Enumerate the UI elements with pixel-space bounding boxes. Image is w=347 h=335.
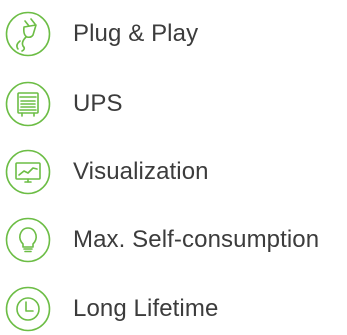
feature-label: Max. Self-consumption [73, 226, 320, 253]
ups-device-icon [5, 81, 51, 127]
feature-label: Visualization [73, 158, 209, 185]
feature-item-plug-and-play: Plug & Play [5, 10, 347, 58]
plug-icon [5, 11, 51, 57]
feature-label: Long Lifetime [73, 295, 219, 322]
clock-icon [5, 286, 51, 332]
feature-item-max-self-consumption: Max. Self-consumption [5, 216, 347, 264]
feature-label: UPS [73, 90, 123, 117]
feature-item-visualization: Visualization [5, 148, 347, 196]
lightbulb-icon [5, 217, 51, 263]
monitor-chart-icon [5, 149, 51, 195]
feature-item-long-lifetime: Long Lifetime [5, 285, 347, 333]
feature-item-ups: UPS [5, 80, 347, 128]
feature-label: Plug & Play [73, 20, 199, 47]
feature-list: Plug & Play UPS Visualization Max. Self-… [0, 0, 347, 335]
